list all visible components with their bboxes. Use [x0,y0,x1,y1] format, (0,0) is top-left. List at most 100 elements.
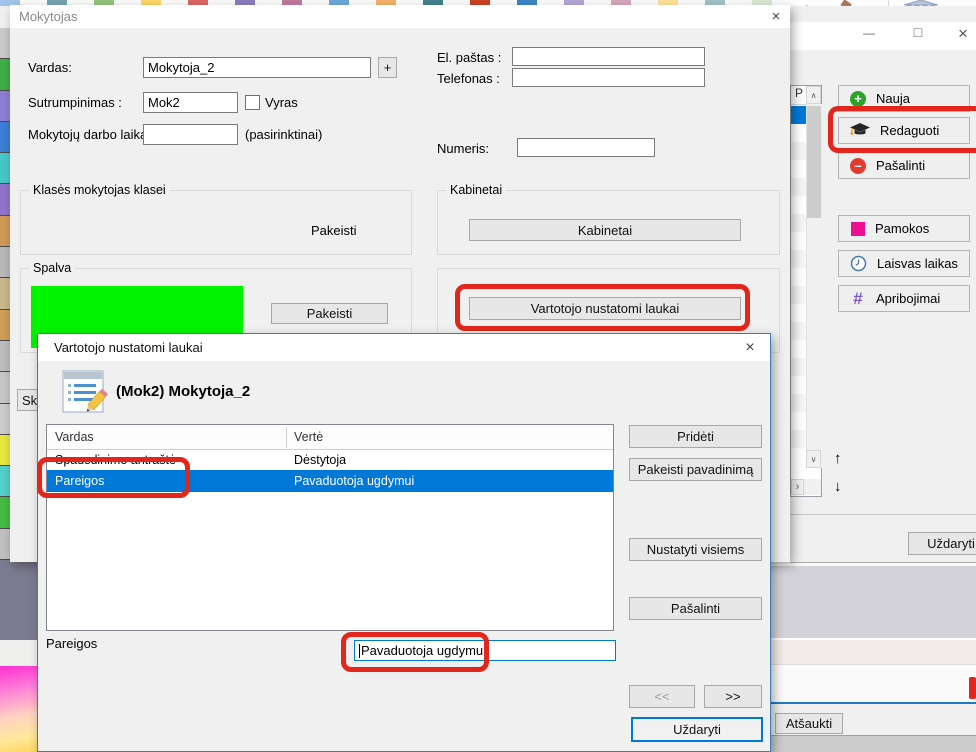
move-up-button[interactable]: ↑ [834,450,850,470]
free-time-button-label: Laisvas laikas [877,256,958,271]
cell-value[interactable]: Pavaduotoja ugdymui [294,474,414,488]
number-input[interactable] [517,138,655,157]
prev-button[interactable]: << [629,685,695,708]
cell-value[interactable]: Dėstytoja [294,453,346,467]
background-band-gray [771,566,976,640]
list-selected-row[interactable] [791,106,806,124]
scroll-right-icon[interactable]: › [791,479,804,495]
worktime-label: Mokytojų darbo laikas [28,127,154,142]
email-label: El. paštas : [437,50,501,65]
lessons-square-icon [851,222,865,236]
worktime-input[interactable] [143,124,238,145]
separator [790,514,976,515]
color-group-label: Spalva [29,261,75,275]
screen: — □ × P ∧ ∨ › ↑ ↓ Uždaryti + Nauja [0,0,976,752]
rooms-button[interactable]: Kabinetai [469,219,741,241]
class-teacher-group-label: Klasės mokytojas klasei [29,183,170,197]
abbr-label: Sutrumpinimas : [28,95,122,110]
next-button[interactable]: >> [704,685,762,708]
custom-fields-table[interactable]: Vardas Vertė Spausdinimo antraštė Dėstyt… [46,424,614,631]
close-icon[interactable]: × [950,24,976,44]
phone-label: Telefonas : [437,71,500,86]
dialog-close-button[interactable]: Uždaryti [631,717,763,742]
column-header-value[interactable]: Vertė [294,430,323,444]
set-all-button[interactable]: Nustatyti visiems [629,538,762,561]
notepad-pencil-icon [62,368,108,418]
remove-field-button[interactable]: Pašalinti [629,597,762,620]
clock-icon [850,255,867,272]
table-row-selected[interactable]: Pareigos Pavaduotoja ugdymui [47,470,613,492]
class-teacher-group: Klasės mokytojas klasei Pakeisti [20,190,412,255]
minimize-icon[interactable]: — [855,26,883,46]
scroll-up-icon[interactable]: ∧ [806,86,821,104]
rooms-group: Kabinetai Kabinetai [437,190,780,255]
abbr-input[interactable]: Mok2 [143,92,238,113]
background-panel-light [0,640,37,666]
text-caret [359,644,360,658]
number-label: Numeris: [437,141,489,156]
table-row[interactable]: Spausdinimo antraštė Dėstytoja [47,450,613,470]
optional-label: (pasirinktinai) [245,127,322,142]
hscrollbar-track[interactable] [804,479,821,495]
custom-dialog-title: Vartotojo nustatomi laukai [54,340,203,355]
phone-input[interactable] [512,68,705,87]
cell-name[interactable]: Spausdinimo antraštė [55,453,176,467]
minus-circle-icon: – [850,158,866,174]
cell-name[interactable]: Pareigos [55,474,104,488]
background-band-dark [771,736,976,752]
background-band-light [771,665,976,702]
marker-fragment [969,677,976,699]
edit-button-label: Redaguoti [880,123,939,138]
name-label: Vardas: [28,60,72,75]
close-icon[interactable]: × [736,339,764,357]
custom-fields-dialog: Vartotojo nustatomi laukai × (Mok2) Moky… [37,333,771,752]
color-gradient-panel [0,666,37,752]
add-field-button[interactable]: Pridėti [629,425,762,448]
scrollbar-thumb[interactable] [807,106,821,218]
column-divider[interactable] [286,427,287,448]
maximize-icon[interactable]: □ [905,24,931,44]
rename-field-button[interactable]: Pakeisti pavadinimą [629,458,762,481]
background-panel-slate [0,560,37,640]
delete-button-label: Pašalinti [876,158,925,173]
teacher-list[interactable]: P ∧ ∨ › [790,85,822,497]
field-value-input[interactable]: Pavaduotoja ugdymui [354,640,616,661]
list-close-button[interactable]: Uždaryti [908,532,976,555]
column-header-name[interactable]: Vardas [55,430,94,444]
delete-button[interactable]: – Pašalinti [838,152,970,179]
scroll-down-icon[interactable]: ∨ [806,450,821,468]
rooms-group-label: Kabinetai [446,183,506,197]
background-band-pink [771,640,976,665]
name-input[interactable]: Mokytoja_2 [143,57,371,78]
lessons-button-label: Pamokos [875,221,929,236]
field-label: Pareigos [46,636,97,651]
main-window-titlebar: — □ × [790,22,976,50]
list-rows[interactable] [791,124,806,454]
teacher-dialog-title: Mokytojas [19,9,78,24]
custom-dialog-titlebar[interactable]: Vartotojo nustatomi laukai × [38,334,770,361]
new-button-label: Nauja [876,91,910,106]
male-checkbox[interactable] [245,95,260,110]
custom-dialog-header: (Mok2) Mokytoja_2 [116,383,250,400]
male-label: Vyras [265,95,298,110]
lessons-button[interactable]: Pamokos [838,215,970,242]
custom-fields-button[interactable]: Vartotojo nustatomi laukai [469,297,741,320]
timetable-edge-column [0,28,10,560]
constraints-button[interactable]: # Apribojimai [838,285,970,312]
free-time-button[interactable]: Laisvas laikas [838,250,970,277]
close-icon[interactable]: × [762,8,790,25]
class-teacher-change-button[interactable]: Pakeisti [311,223,357,238]
field-value-text: Pavaduotoja ugdymui [361,643,486,658]
graduation-cap-icon [850,123,870,139]
table-header[interactable]: Vardas Vertė [47,425,613,450]
teacher-dialog-titlebar[interactable]: Mokytojas × [10,5,790,28]
cancel-button[interactable]: Atšaukti [775,713,843,734]
move-down-button[interactable]: ↓ [834,478,850,498]
plus-circle-icon: + [850,91,866,107]
color-change-button[interactable]: Pakeisti [271,303,388,324]
hash-icon: # [850,289,866,309]
edit-button[interactable]: Redaguoti [838,117,970,144]
add-name-button[interactable]: + [378,57,397,78]
email-input[interactable] [512,47,705,66]
new-button[interactable]: + Nauja [838,85,970,112]
